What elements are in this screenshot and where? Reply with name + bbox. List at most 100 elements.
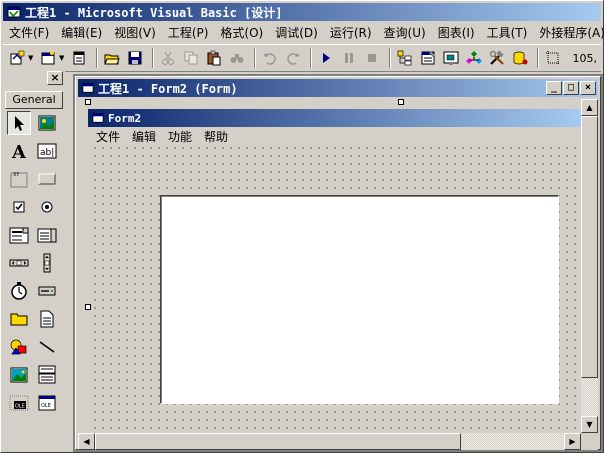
object-browser-icon (466, 51, 482, 64)
data-control-icon (38, 365, 56, 384)
scroll-up-arrow-icon[interactable]: ▲ (581, 99, 598, 116)
add-form-button[interactable] (38, 48, 58, 68)
form-designer-title-bar[interactable]: 工程1 - Form2 (Form) _ □ × (78, 79, 598, 97)
toolbar-separator (96, 48, 98, 68)
command-button-icon (38, 173, 56, 185)
ide-title-bar: 工程1 - Microsoft Visual Basic [设计] (3, 3, 601, 21)
resize-handle-top[interactable] (398, 99, 404, 105)
menu-project[interactable]: 工程(P) (162, 24, 215, 41)
toolbox-tab-general[interactable]: General (5, 91, 63, 109)
project-explorer-icon (397, 50, 412, 66)
tool-checkbox[interactable] (7, 195, 31, 219)
scroll-down-arrow-icon[interactable]: ▼ (581, 416, 598, 433)
redo-button[interactable] (283, 48, 303, 68)
tool-line[interactable] (35, 335, 59, 359)
clipboard-icon (207, 50, 221, 66)
tool-timer[interactable] (7, 279, 31, 303)
form-design-surface[interactable]: Form2 文件 编辑 功能 帮助 (78, 99, 581, 433)
undo-button[interactable] (260, 48, 280, 68)
resize-handle-left[interactable] (85, 304, 91, 310)
minimize-button[interactable]: _ (546, 81, 562, 95)
vertical-scrollbar[interactable]: ▲ ▼ (581, 99, 598, 433)
menu-addins[interactable]: 外接程序(A) (533, 24, 604, 41)
menu-view[interactable]: 视图(V) (108, 24, 162, 41)
save-project-button[interactable] (125, 48, 145, 68)
form-window-icon (82, 83, 94, 93)
menu-query[interactable]: 查询(U) (378, 24, 432, 41)
project-explorer-button[interactable] (395, 48, 415, 68)
form-layout-button[interactable] (441, 48, 461, 68)
form-menu-help[interactable]: 帮助 (198, 128, 234, 145)
tool-filelistbox[interactable] (35, 307, 59, 331)
properties-window-button[interactable] (418, 48, 438, 68)
menu-debug[interactable]: 调试(D) (269, 24, 324, 41)
form2-menu-bar: 文件 编辑 功能 帮助 (88, 127, 581, 145)
tool-commandbutton[interactable] (35, 167, 59, 191)
tool-shape[interactable] (7, 335, 31, 359)
add-project-button[interactable] (7, 48, 27, 68)
data-view-button[interactable] (510, 48, 530, 68)
tool-hscrollbar[interactable] (7, 251, 31, 275)
tool-textbox[interactable]: ab| (35, 139, 59, 163)
combobox-icon (9, 227, 29, 244)
add-form-dropdown-icon[interactable]: ▼ (59, 54, 66, 62)
binoculars-icon (230, 54, 244, 63)
toolbar-separator (152, 48, 154, 68)
tool-vscrollbar[interactable] (35, 251, 59, 275)
toolbox-button[interactable] (487, 48, 507, 68)
menu-bar: 文件(F) 编辑(E) 视图(V) 工程(P) 格式(O) 调试(D) 运行(R… (3, 22, 604, 42)
mdi-client-area: 工程1 - Form2 (Form) _ □ × Form2 文件 编辑 功能 … (73, 74, 603, 452)
tool-combobox[interactable] (7, 223, 31, 247)
tool-ole-alt[interactable]: OLE (35, 391, 59, 415)
menu-format[interactable]: 格式(O) (214, 24, 269, 41)
object-browser-button[interactable] (464, 48, 484, 68)
caption-buttons: _ □ × (545, 81, 596, 95)
form2-title-bar: Form2 (88, 109, 581, 127)
form-menu-edit[interactable]: 编辑 (126, 128, 162, 145)
tool-listbox[interactable] (35, 223, 59, 247)
vertical-scroll-thumb[interactable] (581, 116, 598, 378)
form-menu-file[interactable]: 文件 (90, 128, 126, 145)
tool-dirlistbox[interactable] (7, 307, 31, 331)
tool-optionbutton[interactable] (35, 195, 59, 219)
menu-editor-button[interactable] (69, 48, 89, 68)
menu-edit[interactable]: 编辑(E) (55, 24, 108, 41)
scroll-right-arrow-icon[interactable]: ▶ (564, 433, 581, 450)
end-button[interactable] (362, 48, 382, 68)
start-button[interactable] (316, 48, 336, 68)
tool-frame[interactable]: XY (7, 167, 31, 191)
tool-drivelistbox[interactable] (35, 279, 59, 303)
form2[interactable]: Form2 文件 编辑 功能 帮助 (88, 109, 581, 433)
horizontal-scroll-thumb[interactable] (95, 433, 461, 450)
form-menu-function[interactable]: 功能 (162, 128, 198, 145)
tool-label[interactable]: A (7, 139, 31, 163)
svg-text:OLE: OLE (41, 403, 51, 409)
add-project-dropdown-icon[interactable]: ▼ (28, 54, 35, 62)
scroll-left-arrow-icon[interactable]: ◀ (78, 433, 95, 450)
copy-button[interactable] (181, 48, 201, 68)
open-project-button[interactable] (102, 48, 122, 68)
tool-ole[interactable]: OLE (7, 391, 31, 415)
tool-image[interactable] (7, 363, 31, 387)
menu-tools[interactable]: 工具(T) (481, 24, 534, 41)
find-button[interactable] (227, 48, 247, 68)
radio-button-icon (41, 201, 53, 213)
picture-box-control[interactable] (160, 195, 559, 404)
menu-run[interactable]: 运行(R) (324, 24, 378, 41)
close-button[interactable]: × (580, 81, 596, 95)
textbox-icon: ab| (37, 143, 57, 159)
paste-button[interactable] (204, 48, 224, 68)
resize-handle-top-left[interactable] (85, 99, 91, 105)
break-button[interactable] (339, 48, 359, 68)
menu-file[interactable]: 文件(F) (3, 24, 55, 41)
menu-editor-icon (73, 51, 85, 65)
maximize-button[interactable]: □ (563, 81, 579, 95)
menu-diagram[interactable]: 图表(I) (432, 24, 481, 41)
horizontal-scrollbar[interactable]: ◀ ▶ (78, 433, 581, 450)
cut-button[interactable] (158, 48, 178, 68)
tool-picturebox[interactable] (35, 111, 59, 135)
svg-text:XY: XY (13, 172, 20, 178)
tool-data[interactable] (35, 363, 59, 387)
tool-pointer[interactable] (7, 111, 31, 135)
toolbox-close-button[interactable]: × (47, 71, 63, 85)
